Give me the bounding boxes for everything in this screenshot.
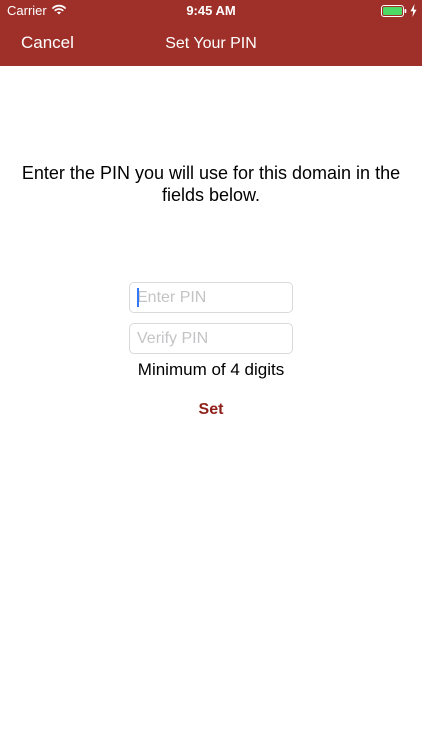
pin-length-hint: Minimum of 4 digits bbox=[137, 360, 285, 379]
status-bar: Carrier 9:45 AM bbox=[0, 0, 422, 22]
battery-icon bbox=[381, 5, 407, 17]
text-cursor bbox=[137, 288, 139, 307]
set-pin-screen: Carrier 9:45 AM Cancel Set Your PIN Ente… bbox=[0, 0, 422, 750]
verify-pin-input[interactable] bbox=[129, 323, 293, 354]
navigation-bar: Cancel Set Your PIN bbox=[0, 22, 422, 66]
enter-pin-input[interactable] bbox=[129, 282, 293, 313]
status-time: 9:45 AM bbox=[186, 3, 236, 18]
instructions-text: Enter the PIN you will use for this doma… bbox=[21, 163, 401, 205]
top-bar: Carrier 9:45 AM Cancel Set Your PIN bbox=[0, 0, 422, 66]
nav-title: Set Your PIN bbox=[165, 35, 257, 52]
set-button[interactable]: Set bbox=[186, 399, 236, 421]
charging-bolt-icon bbox=[410, 4, 417, 17]
